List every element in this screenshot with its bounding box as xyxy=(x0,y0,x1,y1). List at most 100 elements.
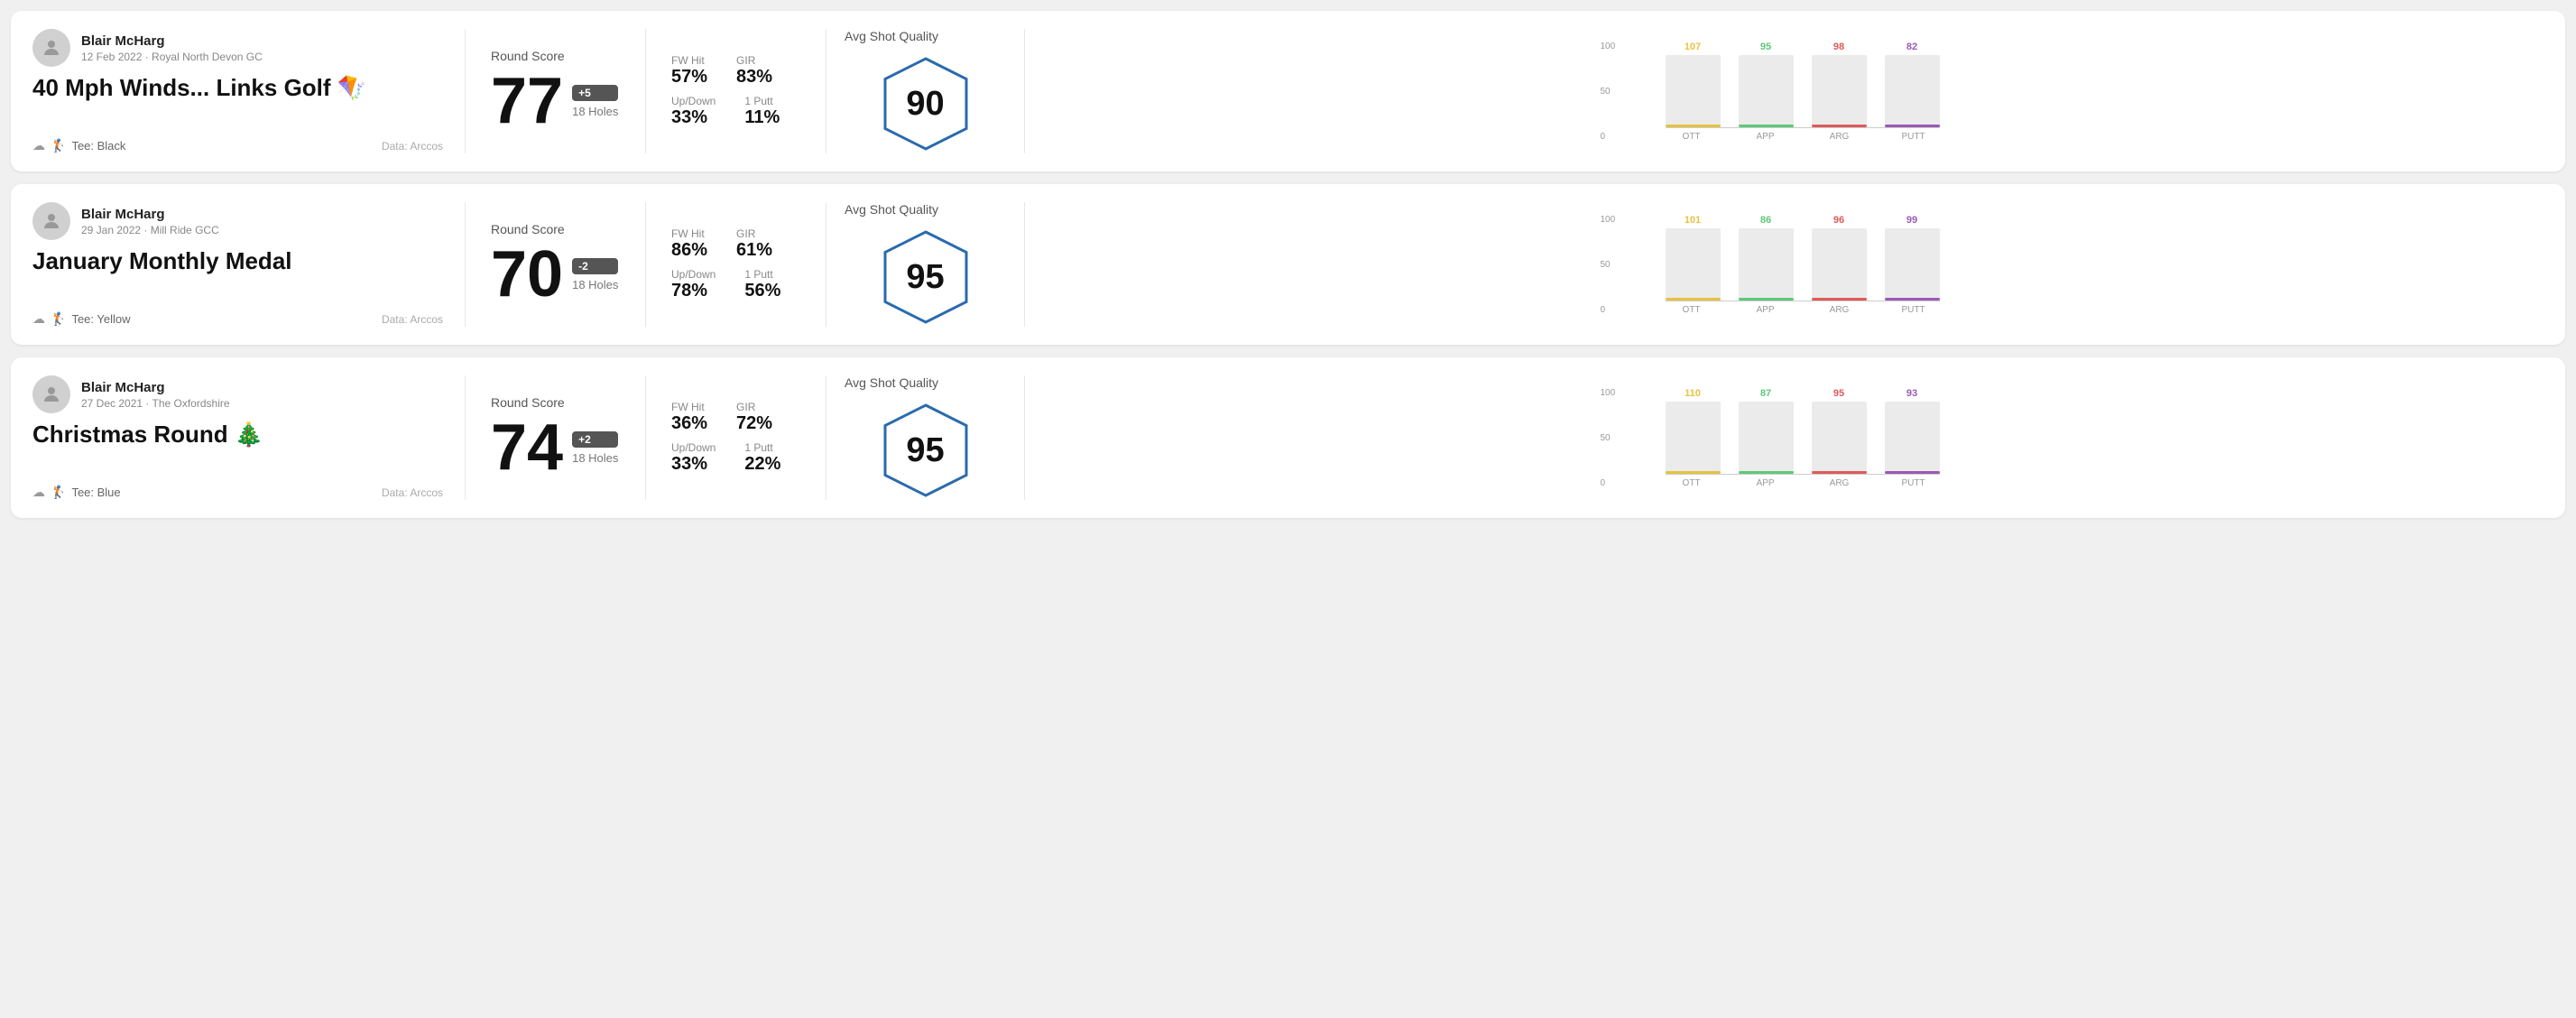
bars-container: 107 95 98 xyxy=(1666,42,1940,128)
chart-outer: 100 50 0 107 95 xyxy=(1633,42,1940,142)
round-card: Blair McHarg 27 Dec 2021 · The Oxfordshi… xyxy=(11,357,2565,518)
user-info: Blair McHarg 29 Jan 2022 · Mill Ride GCC xyxy=(81,207,219,236)
bar-bg xyxy=(1885,228,1940,301)
chart-y-labels: 100 50 0 xyxy=(1601,388,1616,488)
hexagon: 95 xyxy=(876,227,975,327)
bar-inner xyxy=(1739,228,1794,301)
y-label-0: 0 xyxy=(1601,305,1616,315)
bar-value-label: 96 xyxy=(1833,215,1844,226)
hexagon-value: 90 xyxy=(906,85,944,124)
chart-x-label: ARG xyxy=(1814,478,1866,488)
bar-bg xyxy=(1739,55,1794,127)
card-left: Blair McHarg 27 Dec 2021 · The Oxfordshi… xyxy=(32,375,466,500)
bar-value-label: 101 xyxy=(1685,215,1701,226)
stat-fw-hit: FW Hit 86% xyxy=(671,227,707,261)
chart-x-label: APP xyxy=(1740,305,1792,315)
card-left: Blair McHarg 12 Feb 2022 · Royal North D… xyxy=(32,29,466,153)
score-main: 74 +2 18 Holes xyxy=(491,415,620,480)
user-icon xyxy=(41,210,62,232)
quality-section-label: Avg Shot Quality xyxy=(845,29,938,43)
card-bottom: ☁ 🏌 Tee: Yellow Data: Arccos xyxy=(32,311,443,327)
stat-fw-hit-label: FW Hit xyxy=(671,227,707,240)
stat-updown: Up/Down 33% xyxy=(671,441,716,475)
stats-row-bottom: Up/Down 33% 1 Putt 11% xyxy=(671,95,800,128)
stats-row-bottom: Up/Down 78% 1 Putt 56% xyxy=(671,268,800,301)
bar-line xyxy=(1739,471,1794,474)
stats-row-bottom: Up/Down 33% 1 Putt 22% xyxy=(671,441,800,475)
stat-updown-label: Up/Down xyxy=(671,441,716,454)
bar-line xyxy=(1885,125,1940,127)
chart-x-label: PUTT xyxy=(1888,132,1940,142)
tee-label: Tee: Black xyxy=(71,139,125,153)
bar-group: 82 xyxy=(1885,42,1940,127)
score-holes: 18 Holes xyxy=(572,105,618,118)
bar-inner xyxy=(1885,55,1940,127)
bar-bg xyxy=(1739,228,1794,301)
stats-row-top: FW Hit 36% GIR 72% xyxy=(671,401,800,434)
chart-outer: 100 50 0 110 87 xyxy=(1633,388,1940,488)
tee-info: ☁ 🏌 Tee: Blue xyxy=(32,485,121,500)
bar-bg xyxy=(1812,228,1867,301)
bar-line xyxy=(1666,471,1721,474)
bar-group: 99 xyxy=(1885,215,1940,301)
user-icon xyxy=(41,37,62,59)
bag-icon: 🏌 xyxy=(51,485,66,500)
user-row: Blair McHarg 29 Jan 2022 · Mill Ride GCC xyxy=(32,202,443,240)
card-bottom: ☁ 🏌 Tee: Black Data: Arccos xyxy=(32,138,443,153)
tee-label: Tee: Blue xyxy=(71,486,120,499)
score-badge: +5 xyxy=(572,85,618,101)
stat-fw-hit-label: FW Hit xyxy=(671,54,707,67)
quality-section: Avg Shot Quality 90 xyxy=(826,29,1025,153)
bar-group: 86 xyxy=(1739,215,1794,301)
chart-x-label: OTT xyxy=(1666,478,1718,488)
stat-oneputt: 1 Putt 22% xyxy=(744,441,780,475)
stat-updown-value: 33% xyxy=(671,107,716,128)
round-title: Christmas Round 🎄 xyxy=(32,421,443,449)
bars-container: 110 87 95 xyxy=(1666,388,1940,475)
stats-section: FW Hit 57% GIR 83% Up/Down 33% 1 Putt xyxy=(646,29,826,153)
stat-gir: GIR 83% xyxy=(736,54,772,88)
score-section-label: Round Score xyxy=(491,395,620,410)
stat-gir: GIR 61% xyxy=(736,227,772,261)
user-info: Blair McHarg 12 Feb 2022 · Royal North D… xyxy=(81,33,263,63)
bar-line xyxy=(1885,471,1940,474)
bar-group: 98 xyxy=(1812,42,1867,127)
stat-gir-value: 61% xyxy=(736,240,772,261)
score-section-label: Round Score xyxy=(491,222,620,236)
quality-section: Avg Shot Quality 95 xyxy=(826,375,1025,500)
user-name: Blair McHarg xyxy=(81,33,263,49)
tee-info: ☁ 🏌 Tee: Black xyxy=(32,138,125,153)
bar-inner xyxy=(1812,402,1867,474)
bar-group: 95 xyxy=(1739,42,1794,127)
bar-group: 95 xyxy=(1812,388,1867,474)
y-label-50: 50 xyxy=(1601,87,1616,97)
stat-oneputt-value: 56% xyxy=(744,281,780,301)
bar-bg xyxy=(1666,402,1721,474)
user-row: Blair McHarg 12 Feb 2022 · Royal North D… xyxy=(32,29,443,67)
stat-fw-hit: FW Hit 36% xyxy=(671,401,707,434)
score-badge: -2 xyxy=(572,258,618,274)
card-bottom: ☁ 🏌 Tee: Blue Data: Arccos xyxy=(32,485,443,500)
stat-oneputt-label: 1 Putt xyxy=(744,441,780,454)
round-title: 40 Mph Winds... Links Golf 🪁 xyxy=(32,74,443,102)
bar-line xyxy=(1666,125,1721,127)
hexagon: 95 xyxy=(876,401,975,500)
stat-updown-value: 33% xyxy=(671,454,716,475)
avatar xyxy=(32,29,70,67)
score-holes: 18 Holes xyxy=(572,278,618,292)
chart-x-label: OTT xyxy=(1666,305,1718,315)
bar-value-label: 86 xyxy=(1760,215,1771,226)
bar-bg xyxy=(1812,55,1867,127)
bar-bg xyxy=(1885,402,1940,474)
round-title: January Monthly Medal xyxy=(32,247,443,275)
bar-value-label: 107 xyxy=(1685,42,1701,52)
score-details: -2 18 Holes xyxy=(572,258,618,292)
bar-bg xyxy=(1666,228,1721,301)
bar-group: 87 xyxy=(1739,388,1794,474)
stat-gir-label: GIR xyxy=(736,54,772,67)
avatar xyxy=(32,202,70,240)
stat-gir-label: GIR xyxy=(736,401,772,413)
bar-line xyxy=(1885,298,1940,301)
y-label-100: 100 xyxy=(1601,42,1616,51)
y-label-100: 100 xyxy=(1601,388,1616,398)
